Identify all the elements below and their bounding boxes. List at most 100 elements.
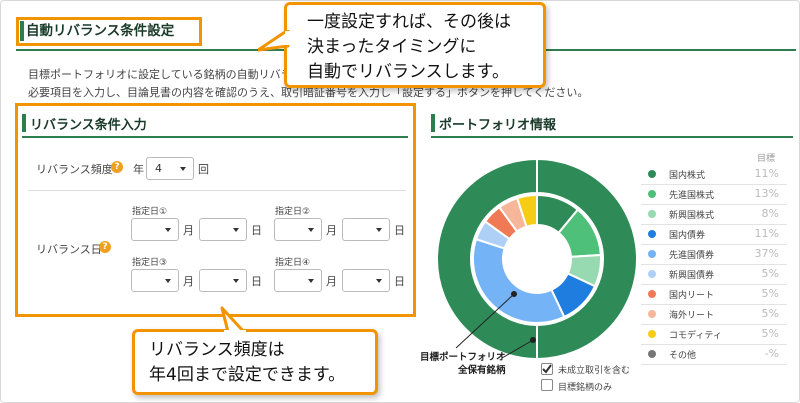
callout-line: 自動でリバランスします。 — [307, 62, 509, 82]
callout-bottom-tail — [220, 306, 246, 334]
page-title: 自動リバランス条件設定 — [26, 23, 175, 39]
legend-item: 国内債券 11% — [641, 225, 787, 245]
chevron-down-icon — [233, 279, 239, 283]
include-pending-checkbox[interactable] — [541, 363, 553, 375]
legend-name: 先進国株式 — [669, 191, 715, 201]
month-unit: 月 — [183, 275, 194, 288]
chevron-down-icon — [233, 228, 239, 232]
legend-color-dot — [648, 230, 656, 238]
conditions-section-title: リバランス条件入力 — [30, 118, 147, 133]
legend-item: 海外リート 5% — [641, 305, 787, 325]
inner-ring-label: 目標ポートフォリオ — [420, 352, 506, 363]
legend-name: コモディティ — [669, 331, 722, 341]
day-unit: 日 — [251, 275, 262, 288]
intro-text-line1: 目標ポートフォリオに設定している銘柄の自動リバランス — [28, 68, 314, 81]
date-slot-3-month-select[interactable] — [131, 269, 179, 292]
legend-pct: 8% — [761, 207, 779, 220]
rebalance-date-help-icon[interactable]: ? — [99, 241, 111, 253]
frequency-select[interactable]: 4 — [146, 157, 194, 180]
portfolio-section-title: ポートフォリオ情報 — [439, 118, 557, 133]
legend-item: 国内リート 5% — [641, 285, 787, 305]
target-only-label: 目標銘柄のみ — [558, 383, 613, 393]
callout-line: 一度設定すれば、その後は — [307, 12, 511, 32]
legend-color-dot — [648, 190, 656, 198]
date-slot-3-day-select[interactable] — [199, 269, 247, 292]
date-slot-2-day-select[interactable] — [342, 218, 390, 241]
legend-color-dot — [648, 330, 656, 338]
legend-color-dot — [648, 310, 656, 318]
chevron-down-icon — [165, 228, 171, 232]
date-slot-4-month-select[interactable] — [274, 269, 322, 292]
callout-auto-rebalance: 一度設定すれば、その後は 決まったタイミングに 自動でリバランスします。 — [284, 2, 546, 88]
portfolio-donut-chart — [436, 158, 638, 360]
section-accent-bar — [22, 114, 26, 132]
date-slot-1-month-select[interactable] — [131, 218, 179, 241]
legend-item: 先進国株式 13% — [641, 185, 787, 205]
date-slot-2-label: 指定日② — [275, 207, 311, 217]
month-unit: 月 — [183, 224, 194, 237]
chevron-down-icon — [180, 167, 186, 171]
rebalance-date-label: リバランス日 — [36, 243, 102, 256]
frequency-help-icon[interactable]: ? — [111, 161, 123, 173]
outer-ring-label: 全保有銘柄 — [458, 365, 506, 376]
date-slot-3-label: 指定日③ — [132, 258, 168, 268]
callout-line: 決まったタイミングに — [307, 37, 477, 57]
legend-color-dot — [648, 250, 656, 258]
day-unit: 日 — [394, 224, 405, 237]
legend-name: その他 — [669, 351, 697, 361]
legend-item: その他 -% — [641, 345, 787, 365]
legend-name: 先進国債券 — [669, 251, 715, 261]
conditions-section-divider — [22, 136, 408, 138]
month-unit: 月 — [326, 275, 337, 288]
legend-color-dot — [648, 270, 656, 278]
legend-item: 新興国債券 5% — [641, 265, 787, 285]
legend-color-dot — [648, 210, 656, 218]
label-anchor-dot — [511, 291, 517, 297]
legend-name: 国内債券 — [669, 231, 706, 241]
legend-item: 国内株式 11% — [641, 165, 787, 185]
title-accent-bar — [20, 21, 24, 41]
date-slot-4-label: 指定日④ — [275, 258, 311, 268]
donut-slice-outer — [436, 158, 638, 360]
chevron-down-icon — [308, 279, 314, 283]
legend-item: コモディティ 5% — [641, 325, 787, 345]
form-row-divider — [28, 190, 406, 191]
legend-separator — [641, 364, 787, 365]
chevron-down-icon — [165, 279, 171, 283]
target-column-header: 目標 — [757, 154, 776, 164]
legend-name: 新興国債券 — [669, 271, 715, 281]
chevron-down-icon — [308, 228, 314, 232]
legend-color-dot — [648, 290, 656, 298]
legend-item: 先進国債券 37% — [641, 245, 787, 265]
callout-line: リバランス頻度は — [149, 340, 285, 360]
chevron-down-icon — [376, 279, 382, 283]
section-accent-bar — [431, 114, 435, 132]
label-anchor-dot — [530, 337, 536, 343]
legend-name: 海外リート — [669, 311, 715, 321]
portfolio-section-divider — [431, 136, 793, 138]
legend-color-dot — [648, 350, 656, 358]
day-unit: 日 — [251, 224, 262, 237]
date-slot-2-month-select[interactable] — [274, 218, 322, 241]
checkmark-icon — [542, 364, 552, 374]
date-slot-4-day-select[interactable] — [342, 269, 390, 292]
frequency-suffix: 回 — [198, 163, 209, 176]
legend-pct: 5% — [761, 327, 779, 340]
legend-pct: 13% — [754, 187, 779, 200]
legend-name: 新興国株式 — [669, 211, 715, 221]
chevron-down-icon — [376, 228, 382, 232]
day-unit: 日 — [394, 275, 405, 288]
target-only-checkbox[interactable] — [541, 379, 553, 391]
frequency-prefix: 年 — [133, 163, 144, 176]
date-slot-1-day-select[interactable] — [199, 218, 247, 241]
legend-pct: 5% — [761, 287, 779, 300]
frequency-label: リバランス頻度 — [36, 163, 113, 176]
callout-frequency-note: リバランス頻度は 年4回まで設定できます。 — [132, 329, 378, 395]
legend-color-dot — [648, 170, 656, 178]
legend-pct: 37% — [754, 247, 779, 260]
legend-pct: 5% — [761, 267, 779, 280]
legend-name: 国内リート — [669, 291, 715, 301]
legend-pct: 5% — [761, 307, 779, 320]
legend-name: 国内株式 — [669, 171, 706, 181]
include-pending-label: 未成立取引を含む — [558, 366, 631, 376]
